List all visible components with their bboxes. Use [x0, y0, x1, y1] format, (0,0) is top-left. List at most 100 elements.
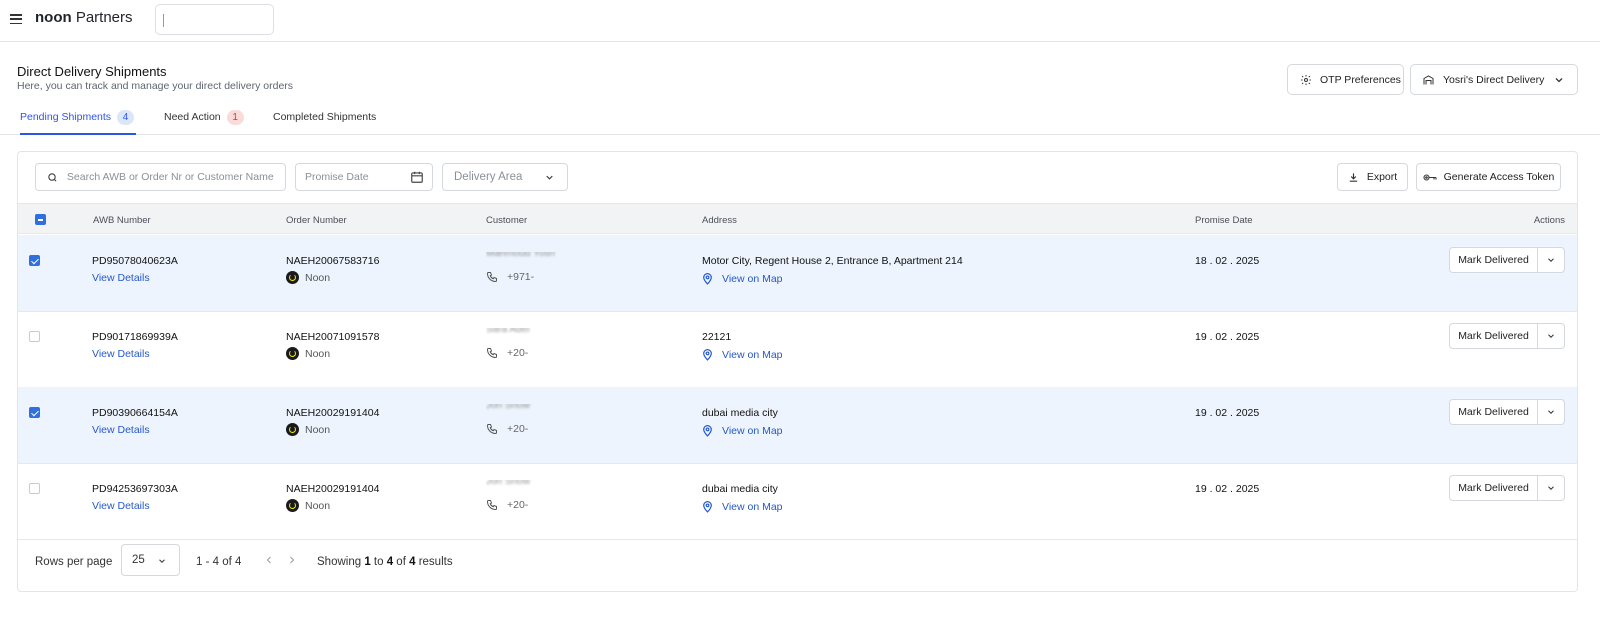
row-actions-dropdown[interactable]	[1537, 323, 1565, 349]
delivery-area-filter[interactable]: Delivery Area	[442, 163, 568, 191]
promise-date: 19 . 02 . 2025	[1195, 407, 1260, 419]
column-header-promise-date: Promise Date	[1195, 215, 1253, 226]
row-actions-dropdown[interactable]	[1537, 399, 1565, 425]
seller-name: Noon	[305, 347, 331, 360]
mark-delivered-button[interactable]: Mark Delivered	[1449, 323, 1538, 349]
customer-name: Mahmoud Yosri	[486, 252, 555, 259]
tab-label: Pending Shipments	[20, 111, 112, 123]
row-checkbox[interactable]	[29, 407, 40, 418]
phone-icon	[486, 272, 497, 283]
tab-label: Completed Shipments	[273, 111, 377, 123]
gear-icon	[1301, 74, 1311, 85]
download-icon	[1349, 172, 1357, 182]
tab-completed-shipments[interactable]: Completed Shipments	[273, 107, 376, 135]
chevron-down-icon	[1555, 78, 1563, 83]
chevron-down-icon	[159, 559, 165, 563]
showing-results-text: Showing 1 to 4 of 4 results	[317, 556, 453, 568]
mark-delivered-button[interactable]: Mark Delivered	[1449, 247, 1538, 273]
select-all-checkbox[interactable]	[35, 214, 46, 225]
delivery-address: dubai media city	[702, 407, 778, 419]
row-actions-dropdown[interactable]	[1537, 247, 1565, 273]
page-subtitle: Here, you can track and manage your dire…	[17, 80, 294, 92]
tab-need-action[interactable]: Need Action 1	[164, 107, 244, 135]
chevron-down-icon	[1548, 486, 1554, 490]
column-header-address: Address	[702, 215, 737, 226]
noon-logo-icon	[286, 499, 299, 512]
order-number: NAEH20029191404	[286, 407, 380, 419]
shipments-panel: Promise Date Delivery Area Export Genera…	[17, 151, 1578, 592]
column-header-order: Order Number	[286, 215, 347, 226]
delivery-address: 22121	[702, 331, 732, 343]
table-row[interactable]: PD90390664154A View Details NAEH2002919140…	[18, 387, 1577, 464]
table-header: AWB Number Order Number Customer Address…	[18, 203, 1577, 234]
chevron-down-icon	[546, 175, 553, 180]
delivery-address: Motor City, Regent House 2, Entrance B, …	[702, 255, 963, 267]
seller: Noon	[286, 499, 330, 512]
map-pin-icon	[703, 349, 712, 361]
seller: Noon	[286, 423, 330, 436]
view-on-map-link[interactable]: View on Map	[702, 424, 783, 437]
customer-name: Jon Snow	[486, 480, 530, 487]
customer-name: Jon Snow	[486, 404, 530, 411]
brand-logo[interactable]: noon Partners	[35, 9, 133, 26]
shipment-tabs: Pending Shipments 4 Need Action 1 Comple…	[0, 107, 1600, 135]
promise-date: 19 . 02 . 2025	[1195, 331, 1260, 343]
generate-token-button[interactable]: Generate Access Token	[1416, 163, 1561, 191]
awb-number: PD94253697303A	[92, 483, 178, 495]
column-header-actions: Actions	[1533, 215, 1565, 226]
seller-name: Noon	[305, 499, 331, 512]
store-selector[interactable]: Yosri's Direct Delivery	[1410, 64, 1578, 95]
view-on-map-link[interactable]: View on Map	[702, 272, 783, 285]
table-row[interactable]: PD90171869939A View Details NAEH2007109157…	[18, 311, 1577, 388]
mark-delivered-button[interactable]: Mark Delivered	[1449, 475, 1538, 501]
order-number: NAEH20071091578	[286, 331, 380, 343]
tab-label: Need Action	[164, 111, 221, 123]
chevron-down-icon	[1548, 410, 1554, 414]
view-details-link[interactable]: View Details	[92, 424, 150, 436]
row-checkbox[interactable]	[29, 483, 40, 494]
view-details-link[interactable]: View Details	[92, 272, 150, 284]
view-details-link[interactable]: View Details	[92, 348, 150, 360]
customer-phone: +20-	[486, 499, 528, 511]
phone-icon	[486, 348, 497, 359]
awb-number: PD90390664154A	[92, 407, 178, 419]
need-action-count-badge: 1	[226, 110, 244, 125]
order-number: NAEH20067583716	[286, 255, 380, 267]
rows-per-page-value: 25	[132, 554, 145, 566]
chevron-down-icon	[1548, 258, 1554, 262]
customer-phone: +20-	[486, 347, 528, 359]
row-checkbox[interactable]	[29, 331, 40, 342]
tab-pending-shipments[interactable]: Pending Shipments 4	[20, 107, 137, 135]
table-row[interactable]: PD95078040623A View Details NAEH2006758371…	[18, 235, 1577, 312]
row-checkbox[interactable]	[29, 255, 40, 266]
awb-number: PD90171869939A	[92, 331, 178, 343]
rows-per-page-select[interactable]: 25	[121, 544, 180, 576]
seller: Noon	[286, 347, 330, 360]
order-number: NAEH20029191404	[286, 483, 380, 495]
export-button[interactable]: Export	[1337, 163, 1408, 191]
view-on-map-link[interactable]: View on Map	[702, 500, 783, 513]
otp-preferences-button[interactable]: OTP Preferences	[1287, 64, 1404, 95]
map-pin-icon	[703, 273, 712, 285]
seller: Noon	[286, 271, 330, 284]
search-input[interactable]	[66, 171, 285, 183]
pending-count-badge: 4	[117, 110, 135, 125]
chevron-right-icon[interactable]	[286, 554, 298, 566]
phone-icon	[486, 424, 497, 435]
view-on-map-link[interactable]: View on Map	[702, 348, 783, 361]
shipment-search[interactable]	[35, 163, 286, 191]
chevron-left-icon[interactable]	[263, 554, 275, 566]
promise-date-filter[interactable]: Promise Date	[295, 163, 433, 191]
calendar-icon	[411, 171, 423, 183]
store-selector-label: Yosri's Direct Delivery	[1443, 73, 1545, 86]
view-details-link[interactable]: View Details	[92, 500, 150, 512]
global-search-input[interactable]	[155, 4, 274, 35]
promise-date: 18 . 02 . 2025	[1195, 255, 1260, 267]
map-pin-icon	[703, 501, 712, 513]
promise-date: 19 . 02 . 2025	[1195, 483, 1260, 495]
row-actions-dropdown[interactable]	[1537, 475, 1565, 501]
key-icon	[1423, 173, 1437, 181]
table-row[interactable]: PD94253697303A View Details NAEH2002919140…	[18, 463, 1577, 540]
hamburger-menu-icon[interactable]	[10, 14, 22, 24]
mark-delivered-button[interactable]: Mark Delivered	[1449, 399, 1538, 425]
